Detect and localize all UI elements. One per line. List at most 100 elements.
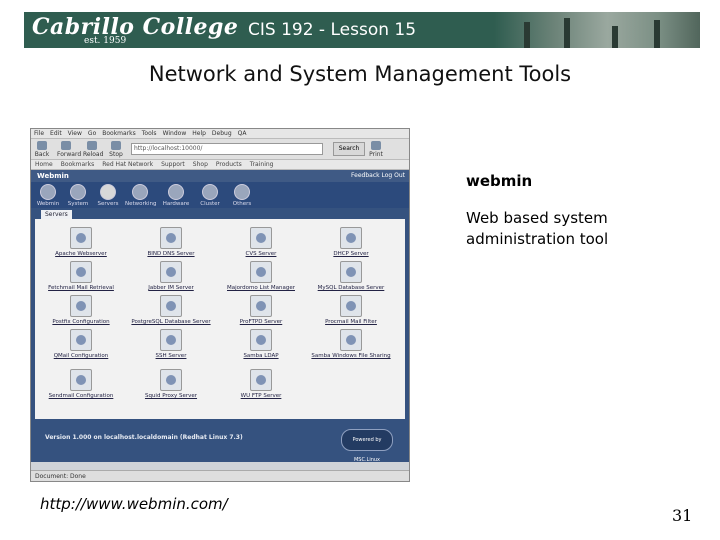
- category-servers[interactable]: Servers: [93, 184, 123, 207]
- webmin-url[interactable]: http://www.webmin.com/: [40, 495, 228, 513]
- squid-icon: [160, 369, 182, 391]
- module-fetchmail[interactable]: Fetchmail Mail Retrieval: [41, 261, 121, 291]
- print-button[interactable]: Print: [367, 141, 385, 158]
- menu-debug[interactable]: Debug: [212, 129, 232, 138]
- category-webmin[interactable]: Webmin: [33, 184, 63, 207]
- hardware-category-icon: [168, 184, 184, 200]
- module-panel: Apache Webserver BIND DNS Server CVS Ser…: [35, 219, 405, 419]
- campus-photo: [494, 12, 700, 48]
- browser-menubar: File Edit View Go Bookmarks Tools Window…: [31, 129, 409, 138]
- course-title: CIS 192 - Lesson 15: [248, 20, 417, 40]
- webmin-version: Version 1.000 on localhost.localdomain (…: [45, 434, 243, 441]
- stop-icon: [111, 141, 121, 150]
- bind-dns-icon: [160, 227, 182, 249]
- samba-icon: [340, 329, 362, 351]
- webmin-content: Servers Apache Webserver BIND DNS Server…: [31, 208, 409, 463]
- menu-qa[interactable]: QA: [238, 129, 247, 138]
- cvs-icon: [250, 227, 272, 249]
- category-hardware[interactable]: Hardware: [161, 184, 191, 207]
- cluster-category-icon: [202, 184, 218, 200]
- module-bind-dns-server[interactable]: BIND DNS Server: [131, 227, 211, 257]
- college-logo: Cabrillo College: [32, 14, 239, 40]
- qmail-icon: [70, 329, 92, 351]
- search-button[interactable]: Search: [333, 142, 365, 156]
- ssh-icon: [160, 329, 182, 351]
- webmin-header: Webmin Feedback Log Out: [31, 170, 409, 182]
- powered-by-badge[interactable]: Powered by MSC.Linux: [341, 429, 393, 463]
- apache-icon: [70, 227, 92, 249]
- module-sendmail[interactable]: Sendmail Configuration: [41, 369, 121, 399]
- bookmark-home[interactable]: Home: [35, 160, 53, 169]
- back-button[interactable]: Back: [33, 141, 51, 158]
- bookmark-bookmarks[interactable]: Bookmarks: [61, 160, 95, 169]
- menu-help[interactable]: Help: [192, 129, 206, 138]
- bookmark-products[interactable]: Products: [216, 160, 242, 169]
- majordomo-icon: [250, 261, 272, 283]
- proftpd-icon: [250, 295, 272, 317]
- address-bar[interactable]: http://localhost:10000/: [131, 143, 323, 155]
- printer-icon: [371, 141, 381, 150]
- stop-button[interactable]: Stop: [107, 141, 125, 158]
- menu-edit[interactable]: Edit: [50, 129, 62, 138]
- module-ssh-server[interactable]: SSH Server: [131, 329, 211, 359]
- menu-file[interactable]: File: [34, 129, 44, 138]
- webmin-description: Web based system administration tool: [466, 209, 609, 248]
- menu-go[interactable]: Go: [88, 129, 96, 138]
- webmin-category-icon: [40, 184, 56, 200]
- menu-tools[interactable]: Tools: [142, 129, 157, 138]
- category-networking[interactable]: Networking: [125, 184, 156, 207]
- category-system[interactable]: System: [63, 184, 93, 207]
- bookmarks-bar: Home Bookmarks Red Hat Network Support S…: [31, 160, 409, 170]
- module-majordomo[interactable]: Majordomo List Manager: [221, 261, 301, 291]
- slide-header-banner: Cabrillo College est. 1959 CIS 192 - Les…: [24, 12, 700, 48]
- bookmark-shop[interactable]: Shop: [193, 160, 208, 169]
- module-samba-ldap[interactable]: Samba LDAP: [221, 329, 301, 359]
- reload-button[interactable]: Reload: [83, 141, 103, 158]
- bookmark-training[interactable]: Training: [250, 160, 274, 169]
- module-dhcp-server[interactable]: DHCP Server: [311, 227, 391, 257]
- browser-toolbar: Back Forward Reload Stop http://localhos…: [31, 138, 409, 160]
- procmail-icon: [340, 295, 362, 317]
- reload-icon: [87, 141, 97, 150]
- back-arrow-icon: [37, 141, 47, 150]
- samba-ldap-icon: [250, 329, 272, 351]
- webmin-top-links[interactable]: Feedback Log Out: [351, 170, 405, 182]
- module-postgresql[interactable]: PostgreSQL Database Server: [131, 295, 211, 325]
- mysql-icon: [340, 261, 362, 283]
- module-qmail[interactable]: QMail Configuration: [41, 329, 121, 359]
- module-squid-proxy-server[interactable]: Squid Proxy Server: [131, 369, 211, 399]
- webmin-category-tabs: Webmin System Servers Networking Hardwar…: [31, 182, 409, 210]
- menu-view[interactable]: View: [68, 129, 82, 138]
- menu-bookmarks[interactable]: Bookmarks: [102, 129, 136, 138]
- menu-window[interactable]: Window: [163, 129, 187, 138]
- tab-servers[interactable]: Servers: [41, 210, 72, 219]
- jabber-icon: [160, 261, 182, 283]
- module-postfix[interactable]: Postfix Configuration: [41, 295, 121, 325]
- sendmail-icon: [70, 369, 92, 391]
- page-number: 31: [672, 506, 693, 525]
- bookmark-red-hat-network[interactable]: Red Hat Network: [102, 160, 153, 169]
- module-jabber-im-server[interactable]: Jabber IM Server: [131, 261, 211, 291]
- college-established: est. 1959: [84, 36, 127, 46]
- forward-arrow-icon: [61, 141, 71, 150]
- module-procmail[interactable]: Procmail Mail Filter: [311, 295, 391, 325]
- dhcp-icon: [340, 227, 362, 249]
- module-apache-webserver[interactable]: Apache Webserver: [41, 227, 121, 257]
- module-cvs-server[interactable]: CVS Server: [221, 227, 301, 257]
- browser-status-bar: Document: Done: [31, 470, 409, 481]
- others-category-icon: [234, 184, 250, 200]
- category-others[interactable]: Others: [227, 184, 257, 207]
- slide-title: Network and System Management Tools: [148, 62, 572, 86]
- servers-category-icon: [100, 184, 116, 200]
- system-category-icon: [70, 184, 86, 200]
- postgresql-icon: [160, 295, 182, 317]
- webmin-label: webmin: [466, 172, 533, 190]
- bookmark-support[interactable]: Support: [161, 160, 185, 169]
- module-samba-windows-file-sharing[interactable]: Samba Windows File Sharing: [311, 329, 391, 359]
- ftp-icon: [250, 369, 272, 391]
- forward-button[interactable]: Forward: [57, 141, 81, 158]
- category-cluster[interactable]: Cluster: [195, 184, 225, 207]
- module-proftpd-server[interactable]: ProFTPD Server: [221, 295, 301, 325]
- module-wu-ftp-server[interactable]: WU FTP Server: [221, 369, 301, 399]
- module-mysql-database-server[interactable]: MySQL Database Server: [311, 261, 391, 291]
